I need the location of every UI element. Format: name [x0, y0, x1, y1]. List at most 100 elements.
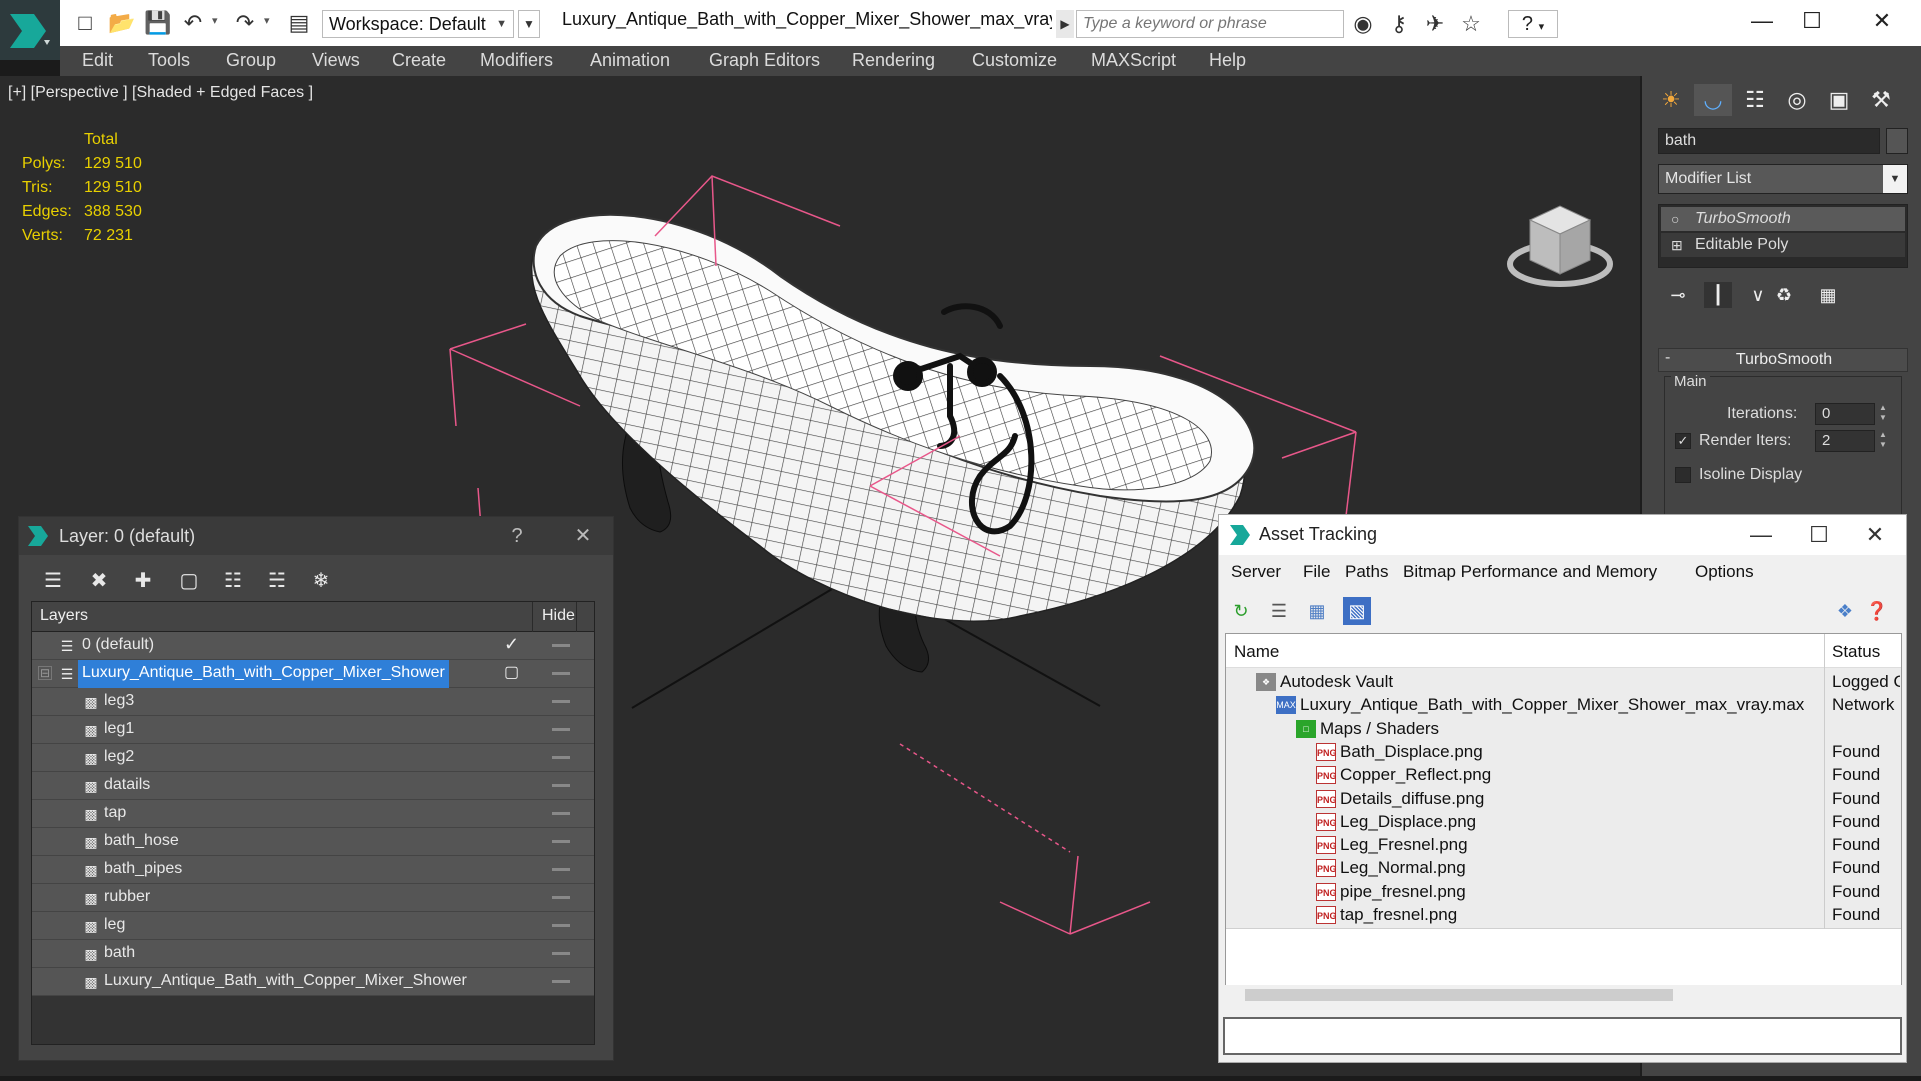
light-bulb-icon[interactable]: ○	[1671, 207, 1679, 231]
delete-layer-icon[interactable]: ✖	[81, 565, 117, 597]
workspace-dropdown[interactable]: Workspace: Default ▼	[322, 10, 514, 38]
menu-create[interactable]: Create	[392, 50, 446, 71]
object-name-field[interactable]: bath	[1658, 128, 1880, 154]
help-button[interactable]: ? ▾	[1508, 10, 1558, 38]
hide-toggle[interactable]	[552, 924, 570, 927]
column-header-hide[interactable]: Hide	[542, 607, 575, 625]
spinner-arrows-icon[interactable]: ▲ ▼	[1879, 403, 1889, 423]
refresh-icon[interactable]: ↻	[1227, 597, 1255, 625]
hide-toggle[interactable]	[552, 980, 570, 983]
freeze-layers-icon[interactable]: ❄	[303, 565, 339, 597]
hide-toggle[interactable]	[552, 952, 570, 955]
add-to-layer-icon[interactable]: ✚	[125, 565, 161, 597]
modify-tab-icon[interactable]: ◡	[1694, 84, 1732, 116]
close-icon[interactable]: ✕	[1855, 519, 1895, 551]
layer-row[interactable]: ▩ tap	[32, 800, 594, 828]
maximize-window-icon[interactable]: ☐	[1792, 4, 1832, 38]
title-expand-arrow-icon[interactable]: ▶	[1056, 10, 1074, 38]
minimize-window-icon[interactable]: —	[1742, 4, 1782, 38]
binoculars-icon[interactable]: ◉	[1348, 10, 1378, 38]
select-objects-in-layer-icon[interactable]: ▢	[171, 565, 207, 597]
layer-row[interactable]: ⊟ ☰ Luxury_Antique_Bath_with_Copper_Mixer_…	[32, 660, 594, 688]
search-input[interactable]	[1076, 10, 1344, 38]
render-iters-spinner[interactable]: 2	[1815, 430, 1875, 452]
modifier-list-dropdown[interactable]: Modifier List ▼	[1658, 164, 1908, 194]
show-end-result-icon[interactable]: ┃	[1704, 282, 1732, 308]
hide-unhide-layers-icon[interactable]: ☵	[259, 565, 295, 597]
render-iters-checkbox[interactable]: ✓	[1675, 433, 1691, 449]
current-layer-check-icon[interactable]: ✓	[504, 634, 519, 655]
column-header-name[interactable]: Name	[1234, 642, 1279, 662]
object-color-swatch[interactable]	[1886, 128, 1908, 154]
asset-dialog-titlebar[interactable]: Asset Tracking — ☐ ✕	[1219, 515, 1906, 555]
hide-toggle[interactable]	[552, 784, 570, 787]
app-logo[interactable]	[0, 0, 60, 60]
workspace-menu-button[interactable]: ▼	[518, 10, 540, 38]
minimize-window-icon[interactable]: —	[1741, 519, 1781, 551]
save-icon[interactable]: 💾	[144, 10, 171, 36]
key-icon[interactable]: ⚷	[1384, 10, 1414, 38]
turbosmooth-rollout-header[interactable]: - TurboSmooth	[1658, 348, 1908, 372]
new-file-icon[interactable]: □	[72, 10, 98, 36]
create-tab-sun-icon[interactable]: ☀	[1652, 84, 1690, 116]
menu-modifiers[interactable]: Modifiers	[480, 50, 553, 71]
column-header-layers[interactable]: Layers	[40, 607, 88, 625]
hide-toggle[interactable]	[552, 756, 570, 759]
communication-center-icon[interactable]: ✈	[1420, 10, 1450, 38]
hide-toggle[interactable]	[552, 672, 570, 675]
layer-dialog-titlebar[interactable]: Layer: 0 (default) ? ✕	[19, 517, 613, 555]
display-tab-icon[interactable]: ▣	[1820, 84, 1858, 116]
expand-plus-icon[interactable]: ⊞	[1671, 233, 1683, 257]
open-file-icon[interactable]: 📂	[108, 10, 135, 36]
hide-toggle[interactable]	[552, 700, 570, 703]
asset-menu-file[interactable]: File	[1303, 562, 1330, 582]
hide-toggle[interactable]	[552, 868, 570, 871]
asset-menu-server[interactable]: Server	[1231, 562, 1281, 582]
utilities-tab-icon[interactable]: ⚒	[1862, 84, 1900, 116]
layer-row[interactable]: ▩ bath	[32, 940, 594, 968]
hide-toggle[interactable]	[552, 728, 570, 731]
menu-group[interactable]: Group	[226, 50, 276, 71]
thumbnail-view-icon[interactable]: ▦	[1303, 597, 1331, 625]
stack-item-editable-poly[interactable]: ⊞ Editable Poly	[1661, 233, 1905, 257]
hierarchy-tab-icon[interactable]: ☷	[1736, 84, 1774, 116]
undo-dropdown-icon[interactable]: ▾	[212, 14, 218, 27]
asset-menu-bitmap-performance[interactable]: Bitmap Performance and Memory	[1403, 562, 1657, 582]
list-view-icon[interactable]: ☰	[1265, 597, 1293, 625]
make-unique-icon[interactable]: ∨	[1744, 282, 1772, 308]
menu-animation[interactable]: Animation	[590, 50, 670, 71]
layer-row[interactable]: ▩ leg	[32, 912, 594, 940]
menu-help[interactable]: Help	[1209, 50, 1246, 71]
layer-row[interactable]: ▩ leg3	[32, 688, 594, 716]
close-window-icon[interactable]: ✕	[1862, 4, 1902, 38]
collapse-icon[interactable]: ⊟	[38, 666, 52, 680]
table-view-icon[interactable]: ▧	[1343, 597, 1371, 625]
layer-row[interactable]: ▩ rubber	[32, 884, 594, 912]
menu-edit[interactable]: Edit	[82, 50, 113, 71]
stack-item-turbosmooth[interactable]: ○ TurboSmooth	[1661, 207, 1905, 231]
maximize-window-icon[interactable]: ☐	[1799, 519, 1839, 551]
hide-toggle[interactable]	[552, 812, 570, 815]
highlight-selected-layer-icon[interactable]: ☷	[215, 565, 251, 597]
layer-row[interactable]: ▩ bath_hose	[32, 828, 594, 856]
project-folder-icon[interactable]: ▤	[286, 10, 312, 36]
set-current-layer-icon[interactable]: ▢	[504, 662, 519, 682]
isoline-display-checkbox[interactable]	[1675, 467, 1691, 483]
hide-toggle[interactable]	[552, 840, 570, 843]
layer-row[interactable]: ▩ leg2	[32, 744, 594, 772]
layer-row[interactable]: ▩ bath_pipes	[32, 856, 594, 884]
viewport-label[interactable]: [+] [Perspective ] [Shaded + Edged Faces…	[8, 84, 313, 102]
layer-row[interactable]: ▩ leg1	[32, 716, 594, 744]
close-icon[interactable]: ✕	[565, 523, 601, 549]
spinner-arrows-icon[interactable]: ▲ ▼	[1879, 430, 1889, 450]
remove-modifier-icon[interactable]: ♻	[1770, 282, 1798, 308]
asset-path-field[interactable]	[1223, 1017, 1902, 1055]
asset-menu-paths[interactable]: Paths	[1345, 562, 1388, 582]
redo-icon[interactable]: ↷	[232, 10, 258, 36]
motion-tab-icon[interactable]: ◎	[1778, 84, 1816, 116]
help-button[interactable]: ?	[499, 523, 535, 549]
asset-menu-options[interactable]: Options	[1695, 562, 1754, 582]
hide-toggle[interactable]	[552, 896, 570, 899]
redo-dropdown-icon[interactable]: ▾	[264, 14, 270, 27]
iterations-spinner[interactable]: 0	[1815, 403, 1875, 425]
